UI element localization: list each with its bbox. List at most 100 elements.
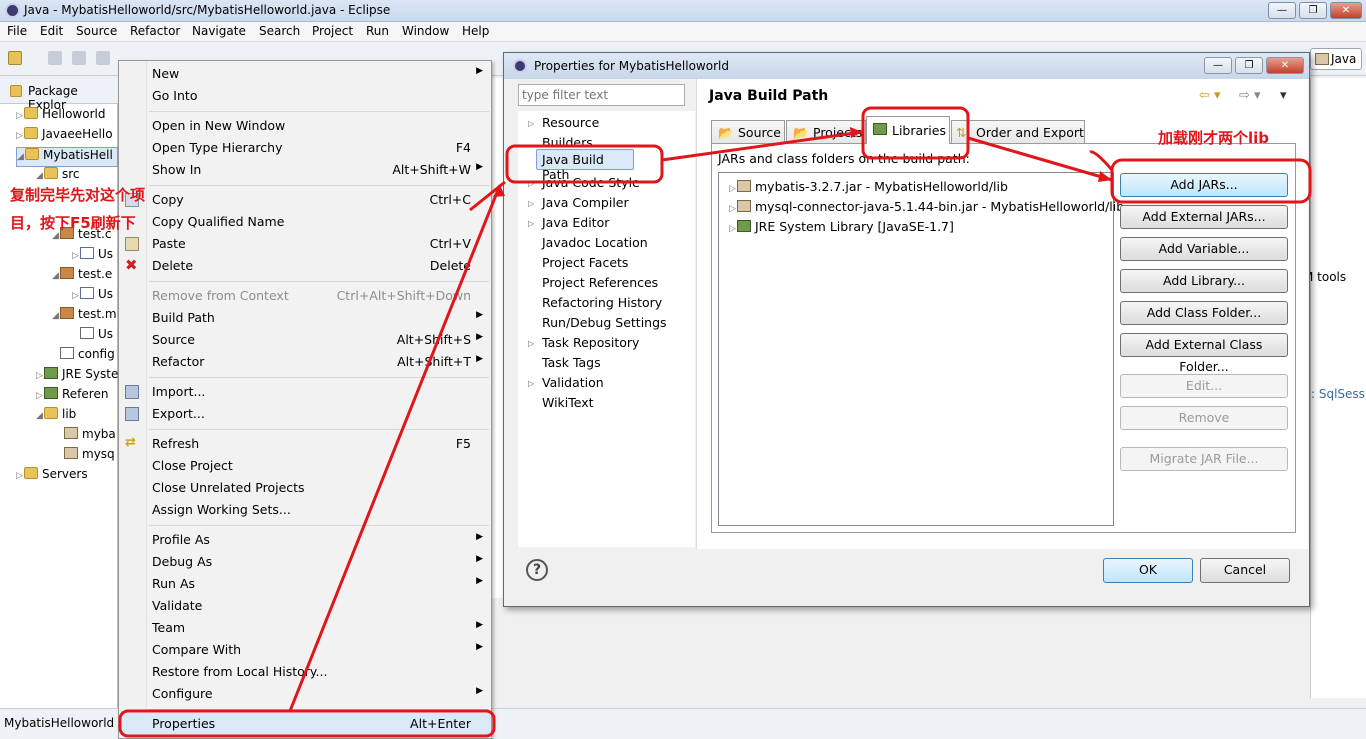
expand-icon[interactable]: ▷ <box>528 119 534 128</box>
menu-refactor[interactable]: Refactor <box>130 24 180 38</box>
menu-window[interactable]: Window <box>402 24 449 38</box>
menu-item-go-into[interactable]: Go Into <box>119 85 491 107</box>
tree-item[interactable]: Us <box>80 327 113 347</box>
menu-item-restore-local-history[interactable]: Restore from Local History... <box>119 661 491 683</box>
ok-button[interactable]: OK <box>1103 558 1193 583</box>
cancel-button[interactable]: Cancel <box>1200 558 1290 583</box>
menu-item-delete[interactable]: ✖ Delete Delete <box>119 255 491 277</box>
menu-search[interactable]: Search <box>259 24 300 38</box>
nav-refactoring-history[interactable]: Refactoring History <box>542 295 662 310</box>
add-library-button[interactable]: Add Library... <box>1120 269 1288 293</box>
menu-item-import[interactable]: Import... <box>119 381 491 403</box>
add-variable-button[interactable]: Add Variable... <box>1120 237 1288 261</box>
menu-item-copy-qualified-name[interactable]: Copy Qualified Name <box>119 211 491 233</box>
tab-libraries[interactable]: Libraries <box>866 116 950 144</box>
add-external-jars-button[interactable]: Add External JARs... <box>1120 205 1288 229</box>
nav-project-references[interactable]: Project References <box>542 275 658 290</box>
tree-item[interactable]: ◢ test.m <box>52 307 117 327</box>
nav-java-build-path[interactable]: Java Build Path <box>536 149 634 182</box>
tree-item[interactable]: myba <box>64 427 116 447</box>
menu-item-configure[interactable]: Configure ▶ <box>119 683 491 705</box>
menu-item-assign-working-sets[interactable]: Assign Working Sets... <box>119 499 491 521</box>
maximize-button[interactable]: ❐ <box>1299 2 1327 19</box>
menu-run[interactable]: Run <box>366 24 389 38</box>
dialog-close-button[interactable]: ✕ <box>1266 57 1304 74</box>
jar-list-item[interactable]: ▷ mysql-connector-java-5.1.44-bin.jar - M… <box>729 199 1124 214</box>
migrate-jar-button[interactable]: Migrate JAR File... <box>1120 447 1288 471</box>
add-jars-button[interactable]: Add JARs... <box>1120 173 1288 197</box>
close-button[interactable]: ✕ <box>1330 2 1362 19</box>
tab-order-export[interactable]: ⇅ Order and Export <box>951 120 1085 144</box>
menu-item-compare-with[interactable]: Compare With ▶ <box>119 639 491 661</box>
menu-project[interactable]: Project <box>312 24 353 38</box>
remove-button[interactable]: Remove <box>1120 406 1288 430</box>
filter-input[interactable] <box>519 85 684 105</box>
menu-item-close-project[interactable]: Close Project <box>119 455 491 477</box>
menu-item-show-in[interactable]: Show In Alt+Shift+W ▶ <box>119 159 491 181</box>
tree-item[interactable]: ▷ JavaeeHello <box>16 127 113 147</box>
add-class-folder-button[interactable]: Add Class Folder... <box>1120 301 1288 325</box>
dialog-minimize-button[interactable]: — <box>1204 57 1232 74</box>
menu-edit[interactable]: Edit <box>40 24 63 38</box>
back-arrow-icon[interactable]: ⇦ ▾ <box>1199 88 1221 103</box>
menu-help[interactable]: Help <box>462 24 489 38</box>
tree-item[interactable]: ▷ Us <box>72 287 113 307</box>
nav-validation[interactable]: Validation <box>542 375 604 390</box>
tree-item[interactable]: ▷ Referen <box>36 387 108 407</box>
menu-file[interactable]: File <box>7 24 27 38</box>
expand-icon[interactable]: ▷ <box>528 199 534 208</box>
print-icon[interactable] <box>96 51 110 65</box>
nav-wikitext[interactable]: WikiText <box>542 395 594 410</box>
menu-item-open-type-hierarchy[interactable]: Open Type Hierarchy F4 <box>119 137 491 159</box>
tab-source[interactable]: 📂 Source <box>711 120 785 144</box>
expand-icon[interactable]: ▷ <box>528 339 534 348</box>
nav-builders[interactable]: Builders <box>542 135 593 150</box>
menu-item-profile-as[interactable]: Profile As ▶ <box>119 529 491 551</box>
tree-item[interactable]: ◢ lib <box>36 407 76 427</box>
menu-item-remove-from-context[interactable]: Remove from Context Ctrl+Alt+Shift+Down <box>119 285 491 307</box>
nav-project-facets[interactable]: Project Facets <box>542 255 628 270</box>
tab-projects[interactable]: 📂 Projects <box>786 120 866 144</box>
save-all-icon[interactable] <box>72 51 86 65</box>
add-external-class-folder-button[interactable]: Add External Class Folder... <box>1120 333 1288 374</box>
menu-item-validate[interactable]: Validate <box>119 595 491 617</box>
expand-icon[interactable]: ▷ <box>16 111 24 121</box>
edit-button[interactable]: Edit... <box>1120 374 1288 398</box>
jar-list[interactable]: ▷ mybatis-3.2.7.jar - MybatisHelloworld/l… <box>718 172 1124 526</box>
expand-icon[interactable]: ▷ <box>528 179 534 188</box>
menu-item-paste[interactable]: Paste Ctrl+V <box>119 233 491 255</box>
menu-item-properties[interactable]: Properties Alt+Enter <box>119 713 491 735</box>
menu-item-run-as[interactable]: Run As ▶ <box>119 573 491 595</box>
expand-icon[interactable]: ▷ <box>16 131 24 141</box>
help-icon[interactable]: ? <box>526 559 548 581</box>
tree-item[interactable]: mysq <box>64 447 115 467</box>
tree-item-selected[interactable]: ◢ MybatisHell <box>16 147 118 167</box>
new-icon[interactable] <box>8 51 22 65</box>
tree-item[interactable]: ▷ JRE Syste <box>36 367 118 387</box>
menu-item-refresh[interactable]: ⇄ Refresh F5 <box>119 433 491 455</box>
tree-item[interactable]: ▷ Helloworld <box>16 107 105 127</box>
menu-item-open-new-window[interactable]: Open in New Window <box>119 115 491 137</box>
nav-run-debug-settings[interactable]: Run/Debug Settings <box>542 315 667 330</box>
menu-item-debug-as[interactable]: Debug As ▶ <box>119 551 491 573</box>
menu-navigate[interactable]: Navigate <box>192 24 246 38</box>
menu-item-refactor[interactable]: Refactor Alt+Shift+T ▶ <box>119 351 491 373</box>
menu-item-source[interactable]: Source Alt+Shift+S ▶ <box>119 329 491 351</box>
tree-item[interactable]: ▷ Servers <box>16 467 88 487</box>
menu-source[interactable]: Source <box>76 24 117 38</box>
menu-item-team[interactable]: Team ▶ <box>119 617 491 639</box>
perspective-java[interactable]: Java <box>1310 48 1362 70</box>
collapse-icon[interactable]: ◢ <box>17 152 25 162</box>
menu-item-copy[interactable]: Copy Ctrl+C <box>119 189 491 211</box>
nav-task-repository[interactable]: Task Repository <box>542 335 639 350</box>
tree-item[interactable]: config <box>60 347 115 367</box>
filter-field[interactable] <box>518 84 685 106</box>
save-icon[interactable] <box>48 51 62 65</box>
nav-java-editor[interactable]: Java Editor <box>542 215 609 230</box>
nav-javadoc-location[interactable]: Javadoc Location <box>542 235 648 250</box>
dialog-maximize-button[interactable]: ❐ <box>1235 57 1263 74</box>
menu-item-export[interactable]: Export... <box>119 403 491 425</box>
tree-item[interactable]: ▷ Us <box>72 247 113 267</box>
minimize-button[interactable]: — <box>1268 2 1296 19</box>
nav-task-tags[interactable]: Task Tags <box>542 355 601 370</box>
